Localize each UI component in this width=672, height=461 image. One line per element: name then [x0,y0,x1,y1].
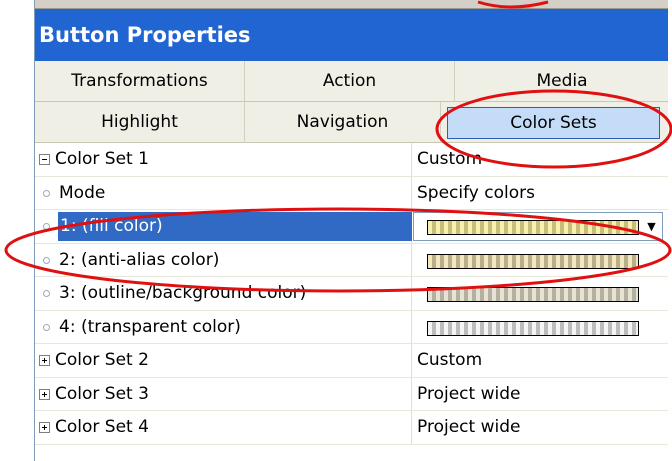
transparent-color-row[interactable]: 4: (transparent color) [35,310,668,344]
color-set-2-value[interactable]: Custom [413,344,668,377]
color-set-3-label: Color Set 3 [55,383,149,404]
button-properties-panel: Button Properties Transformations Action… [34,0,668,461]
minus-box-icon[interactable] [39,154,50,165]
tab-media[interactable]: Media [455,61,668,102]
mode-label: Mode [59,182,106,203]
circle-bullet-icon [43,323,50,331]
color-set-2-label: Color Set 2 [55,350,149,370]
fill-color-row[interactable]: 1: (fill color) ▼ [35,210,668,244]
tab-row-2: Highlight Navigation Color Sets [35,102,668,143]
color-set-1-label: Color Set 1 [55,149,149,169]
anti-alias-color-label: 2: (anti-alias color) [59,249,220,270]
outline-color-row[interactable]: 3: (outline/background color) [35,277,668,311]
property-grid: Color Set 1 Custom Mode Specify colors 1… [35,143,668,445]
mode-value[interactable]: Specify colors [413,177,668,210]
fill-color-label: 1: (fill color) [58,212,412,241]
color-set-2-row[interactable]: Color Set 2 Custom [35,344,668,378]
tab-highlight[interactable]: Highlight [35,102,245,143]
tab-row-1: Transformations Action Media [35,61,668,102]
right-margin [668,0,672,461]
transparent-color-label: 4: (transparent color) [59,316,241,337]
plus-box-icon[interactable] [39,422,50,433]
circle-bullet-icon [43,256,50,264]
anti-alias-color-row[interactable]: 2: (anti-alias color) [35,243,668,277]
color-set-4-row[interactable]: Color Set 4 Project wide [35,411,668,445]
fill-color-swatch [427,220,639,235]
chevron-down-icon[interactable]: ▼ [643,216,660,237]
outline-color-swatch [427,287,639,302]
color-set-3-row[interactable]: Color Set 3 Project wide [35,377,668,411]
color-set-3-value[interactable]: Project wide [413,378,668,411]
color-set-1-row[interactable]: Color Set 1 Custom [35,143,668,177]
left-margin [0,0,34,461]
circle-bullet-icon [43,189,50,197]
transparent-color-swatch [427,320,639,336]
plus-box-icon[interactable] [39,355,50,366]
color-set-4-label: Color Set 4 [55,417,149,437]
color-set-1-value[interactable]: Custom [413,143,668,176]
anti-alias-color-swatch [427,253,639,269]
circle-bullet-icon [43,290,50,297]
plus-box-icon[interactable] [39,388,50,400]
top-edge [35,0,668,9]
fill-color-dropdown[interactable]: ▼ [413,212,663,241]
tab-transformations[interactable]: Transformations [35,61,245,102]
tab-navigation[interactable]: Navigation [245,102,441,143]
tab-color-sets[interactable]: Color Sets [447,107,660,139]
circle-bullet-icon [43,223,50,230]
mode-row[interactable]: Mode Specify colors [35,176,668,210]
tab-action[interactable]: Action [245,61,455,102]
panel-title: Button Properties [35,9,668,61]
outline-color-label: 3: (outline/background color) [59,283,307,303]
color-set-4-value[interactable]: Project wide [413,411,668,444]
